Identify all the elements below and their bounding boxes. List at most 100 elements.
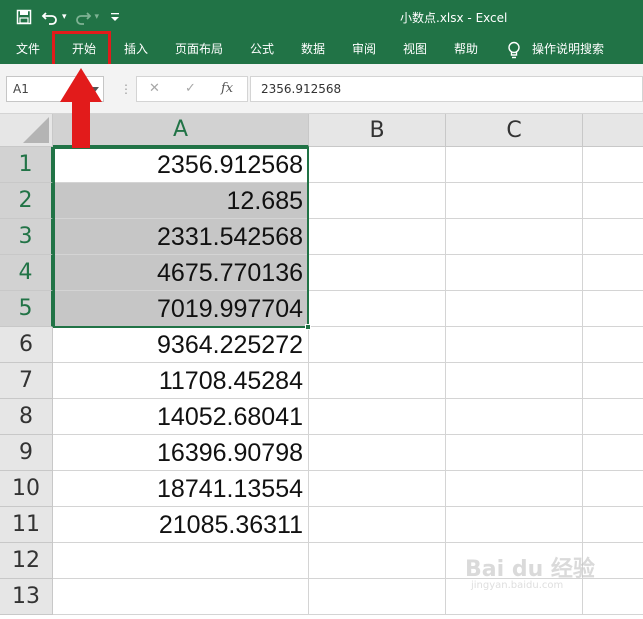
row-header[interactable]: 5 [0,291,53,327]
cancel-icon[interactable]: ✕ [149,81,160,96]
table-row: 7 11708.45284 [0,363,643,399]
table-row: 10 18741.13554 [0,471,643,507]
cell-d[interactable] [583,183,643,219]
cell-a[interactable]: 21085.36311 [53,507,309,543]
cell-a[interactable]: 2356.912568 [53,147,309,183]
table-row: 9 16396.90798 [0,435,643,471]
tab-data[interactable]: 数据 [301,40,325,57]
cell-c[interactable] [446,147,583,183]
cell-a[interactable] [53,579,309,615]
cell-b[interactable] [309,579,446,615]
cell-b[interactable] [309,147,446,183]
cell-b[interactable] [309,471,446,507]
row-header[interactable]: 11 [0,507,53,543]
lightbulb-icon[interactable] [506,41,522,59]
cell-b[interactable] [309,435,446,471]
tab-formulas[interactable]: 公式 [250,40,274,57]
save-icon[interactable] [14,7,34,27]
table-row: 4 4675.770136 [0,255,643,291]
cell-c[interactable] [446,471,583,507]
column-header-c[interactable]: C [446,114,583,147]
cell-b[interactable] [309,507,446,543]
cell-d[interactable] [583,363,643,399]
row-header[interactable]: 1 [0,147,53,183]
worksheet-grid[interactable]: A B C 1 2356.912568 2 12.685 3 2331.542568 4 46… [0,114,643,619]
cell-b[interactable] [309,399,446,435]
undo-icon[interactable] [40,7,60,27]
insert-function-icon[interactable]: fx [221,81,233,96]
cell-b[interactable] [309,363,446,399]
redo-dropdown-icon[interactable]: ▾ [95,12,100,22]
cell-d[interactable] [583,255,643,291]
cell-c[interactable] [446,435,583,471]
select-all-triangle-icon [23,117,49,143]
customize-qat-icon[interactable] [105,7,125,27]
row-header[interactable]: 7 [0,363,53,399]
cell-a[interactable]: 11708.45284 [53,363,309,399]
column-header-d[interactable] [583,114,643,147]
cell-a[interactable]: 9364.225272 [53,327,309,363]
cell-d[interactable] [583,507,643,543]
name-box-value: A1 [13,82,29,96]
row-header[interactable]: 3 [0,219,53,255]
cell-c[interactable] [446,255,583,291]
cell-d[interactable] [583,291,643,327]
row-header[interactable]: 9 [0,435,53,471]
cell-a[interactable]: 14052.68041 [53,399,309,435]
cell-c[interactable] [446,507,583,543]
redo-icon[interactable] [73,7,93,27]
row-header[interactable]: 6 [0,327,53,363]
window-title: 小数点.xlsx - Excel [400,11,508,25]
table-row: 3 2331.542568 [0,219,643,255]
row-header[interactable]: 8 [0,399,53,435]
cell-c[interactable] [446,399,583,435]
cell-a[interactable]: 2331.542568 [53,219,309,255]
column-header-b[interactable]: B [309,114,446,147]
tab-help[interactable]: 帮助 [454,40,478,57]
cell-c[interactable] [446,219,583,255]
cell-a[interactable]: 12.685 [53,183,309,219]
cell-b[interactable] [309,219,446,255]
cell-b[interactable] [309,291,446,327]
tab-page-layout[interactable]: 页面布局 [175,40,223,57]
cell-d[interactable] [583,435,643,471]
row-header[interactable]: 2 [0,183,53,219]
cell-c[interactable] [446,327,583,363]
cell-a[interactable] [53,543,309,579]
watermark-url: jingyan.baidu.com [471,580,564,591]
row-header[interactable]: 13 [0,579,53,615]
select-all-button[interactable] [0,114,53,147]
enter-icon[interactable]: ✓ [185,81,196,96]
cell-d[interactable] [583,219,643,255]
fill-handle[interactable] [305,324,311,330]
tell-me-search[interactable]: 操作说明搜索 [532,40,604,57]
cell-b[interactable] [309,327,446,363]
tab-file[interactable]: 文件 [16,40,40,57]
cell-b[interactable] [309,255,446,291]
formula-buttons: ✕ ✓ fx [136,76,248,102]
row-header[interactable]: 4 [0,255,53,291]
cell-d[interactable] [583,471,643,507]
formula-bar-splitter-icon[interactable]: ⋮ [120,82,132,96]
cell-c[interactable] [446,363,583,399]
cell-c[interactable] [446,291,583,327]
cell-d[interactable] [583,327,643,363]
cell-a[interactable]: 4675.770136 [53,255,309,291]
cell-a[interactable]: 7019.997704 [53,291,309,327]
undo-dropdown-icon[interactable]: ▾ [62,12,67,22]
formula-input[interactable]: 2356.912568 [250,76,643,102]
cell-d[interactable] [583,147,643,183]
cell-c[interactable] [446,183,583,219]
tab-insert[interactable]: 插入 [124,40,148,57]
cell-a[interactable]: 18741.13554 [53,471,309,507]
tab-review[interactable]: 审阅 [352,40,376,57]
cell-b[interactable] [309,183,446,219]
annotation-arrow-icon [60,68,102,148]
title-bar: ▾ ▾ 小数点.xlsx - Excel [0,0,643,34]
cell-b[interactable] [309,543,446,579]
cell-a[interactable]: 16396.90798 [53,435,309,471]
row-header[interactable]: 12 [0,543,53,579]
tab-view[interactable]: 视图 [403,40,427,57]
cell-d[interactable] [583,399,643,435]
row-header[interactable]: 10 [0,471,53,507]
